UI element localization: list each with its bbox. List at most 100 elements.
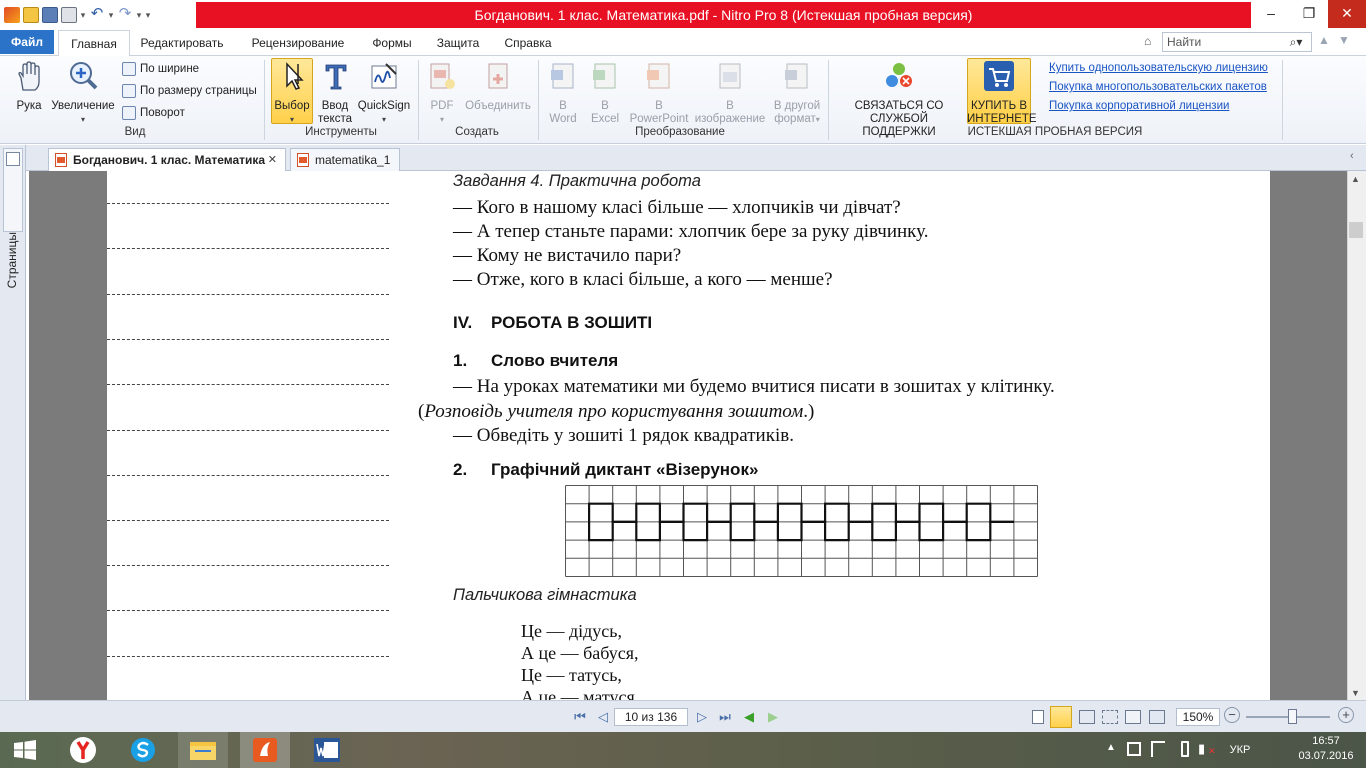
maximize-button[interactable]: ❐: [1290, 0, 1328, 28]
zoom-out-icon[interactable]: −: [1224, 707, 1240, 723]
battery-icon[interactable]: [1181, 741, 1189, 757]
quicksign-button[interactable]: QuickSign ▾: [356, 58, 412, 126]
next-page-icon[interactable]: ▷: [694, 709, 710, 725]
start-button[interactable]: [0, 732, 50, 768]
redo-icon[interactable]: ↷: [117, 6, 133, 23]
subsection-number: 2.: [453, 460, 468, 479]
file-explorer-icon[interactable]: [178, 732, 228, 768]
word-taskbar-icon[interactable]: [302, 732, 352, 768]
zoom-button[interactable]: Увеличение ▾: [50, 58, 116, 126]
buy-multi-license-link[interactable]: Покупка многопользовательских пакетов: [1049, 81, 1267, 93]
close-button[interactable]: ✕: [1328, 0, 1366, 28]
margin-line: [107, 430, 389, 431]
fit-width-label: По ширине: [140, 63, 200, 75]
buy-single-license-link[interactable]: Купить однопользовательскую лицензию: [1049, 62, 1268, 74]
buy-corporate-license-link[interactable]: Покупка корпоративной лицензии: [1049, 100, 1229, 112]
print-icon[interactable]: [61, 7, 77, 23]
image-icon: [719, 63, 741, 89]
to-excel-button[interactable]: В Excel: [585, 58, 625, 126]
type-text-label-1: Ввод: [321, 100, 349, 112]
combine-icon: [488, 63, 508, 89]
undo-icon[interactable]: ↶: [89, 6, 105, 23]
chevron-down-icon: ▾: [289, 115, 294, 124]
search-icon[interactable]: ⌕▾: [1284, 33, 1308, 51]
previous-page-icon[interactable]: ◁: [595, 709, 611, 725]
rotate-button[interactable]: Поворот: [122, 104, 185, 122]
support-label-1: СВЯЗАТЬСЯ СО: [854, 100, 944, 112]
margin-line: [107, 384, 389, 385]
powerpoint-icon: [647, 63, 670, 89]
minimize-button[interactable]: –: [1252, 0, 1290, 28]
scrollbar-thumb[interactable]: [1349, 222, 1363, 238]
to-other-format-button[interactable]: В другой формат▾: [770, 58, 824, 126]
scroll-down-icon[interactable]: ▼: [1351, 688, 1360, 698]
create-pdf-button[interactable]: PDF ▾: [424, 58, 460, 126]
fit-page-button[interactable]: По размеру страницы: [122, 82, 257, 100]
document-tab-label: Богданович. 1 клас. Математика: [73, 153, 266, 167]
tab-help[interactable]: Справка: [498, 30, 558, 56]
vertical-scrollbar[interactable]: [1347, 171, 1366, 700]
facing-continuous-view-icon[interactable]: [1102, 710, 1118, 724]
combine-label: Объединить: [465, 100, 531, 112]
scroll-up-icon[interactable]: ▲: [1351, 174, 1360, 184]
to-word-button[interactable]: В Word: [544, 58, 582, 126]
dropdown-icon[interactable]: ▾: [136, 10, 142, 21]
type-text-button[interactable]: Ввод текста: [316, 58, 354, 126]
yandex-logo: [70, 737, 96, 763]
nitro-pro-taskbar-icon[interactable]: [240, 732, 290, 768]
close-tab-icon[interactable]: ✕: [268, 149, 277, 171]
continuous-view-icon[interactable]: [1050, 706, 1072, 728]
combine-button[interactable]: Объединить: [462, 58, 534, 113]
tab-list-chevron-icon[interactable]: ‹: [1350, 150, 1354, 162]
clock[interactable]: 16:57 03.07.2016: [1290, 734, 1362, 766]
text-line: (Розповідь учителя про користування зоши…: [418, 401, 815, 422]
previous-view-icon[interactable]: ◀: [741, 709, 757, 725]
tab-home[interactable]: Главная: [58, 30, 130, 57]
save-icon[interactable]: [42, 7, 58, 23]
document-tab-active[interactable]: Богданович. 1 клас. Математика ✕: [48, 148, 286, 171]
tab-file[interactable]: Файл: [0, 30, 54, 54]
to-other-label-1: В другой: [773, 100, 821, 112]
pages-panel-label: Страницы: [5, 232, 19, 289]
margin-line: [107, 520, 389, 521]
yandex-browser-icon[interactable]: [58, 732, 108, 768]
hand-tool-button[interactable]: Рука: [10, 58, 48, 113]
collapse-ribbon-icon[interactable]: ⌂: [1144, 34, 1151, 48]
zoom-label: Увеличение: [51, 100, 115, 112]
tab-review[interactable]: Рецензирование: [244, 30, 352, 56]
fit-width-button[interactable]: По ширине: [122, 60, 199, 78]
first-page-icon[interactable]: ⏮: [572, 709, 588, 725]
single-page-view-icon[interactable]: [1032, 710, 1044, 724]
to-powerpoint-button[interactable]: В PowerPoint: [626, 58, 692, 126]
open-icon[interactable]: [23, 7, 39, 23]
quicksign-label: QuickSign: [357, 100, 411, 112]
language-indicator[interactable]: УКР: [1222, 734, 1258, 766]
tab-forms[interactable]: Формы: [366, 30, 418, 56]
show-hidden-icons-icon[interactable]: ▲: [1106, 742, 1116, 753]
margin-line: [107, 203, 389, 204]
zoom-slider-thumb[interactable]: [1288, 709, 1297, 724]
skype-icon[interactable]: [118, 732, 168, 768]
document-tab[interactable]: matematika_1: [290, 148, 400, 171]
action-center-icon[interactable]: [1127, 742, 1141, 756]
fit-width-view-icon[interactable]: [1149, 710, 1165, 724]
zoom-level-input[interactable]: 150%: [1176, 708, 1220, 726]
flag-icon[interactable]: [1151, 741, 1165, 757]
dropdown-icon[interactable]: ▾: [108, 10, 114, 21]
facing-view-icon[interactable]: [1079, 710, 1095, 724]
cursor-icon: [286, 62, 304, 90]
fit-page-view-icon[interactable]: [1125, 710, 1141, 724]
last-page-icon[interactable]: ⏭: [717, 709, 733, 725]
customize-icon[interactable]: ▾: [145, 10, 151, 21]
dropdown-icon[interactable]: ▾: [80, 10, 86, 21]
to-ppt-label-1: В: [655, 100, 663, 112]
tab-protect[interactable]: Защита: [430, 30, 486, 56]
tab-edit[interactable]: Редактировать: [134, 30, 230, 56]
page-number-input[interactable]: 10 из 136: [614, 708, 688, 726]
to-image-button[interactable]: В изображение: [692, 58, 768, 126]
find-next-icon[interactable]: ▼: [1338, 33, 1350, 47]
zoom-in-icon[interactable]: +: [1338, 707, 1354, 723]
find-previous-icon[interactable]: ▲: [1318, 33, 1330, 47]
next-view-icon[interactable]: ▶: [765, 709, 781, 725]
network-icon[interactable]: ▮: [1198, 741, 1205, 757]
